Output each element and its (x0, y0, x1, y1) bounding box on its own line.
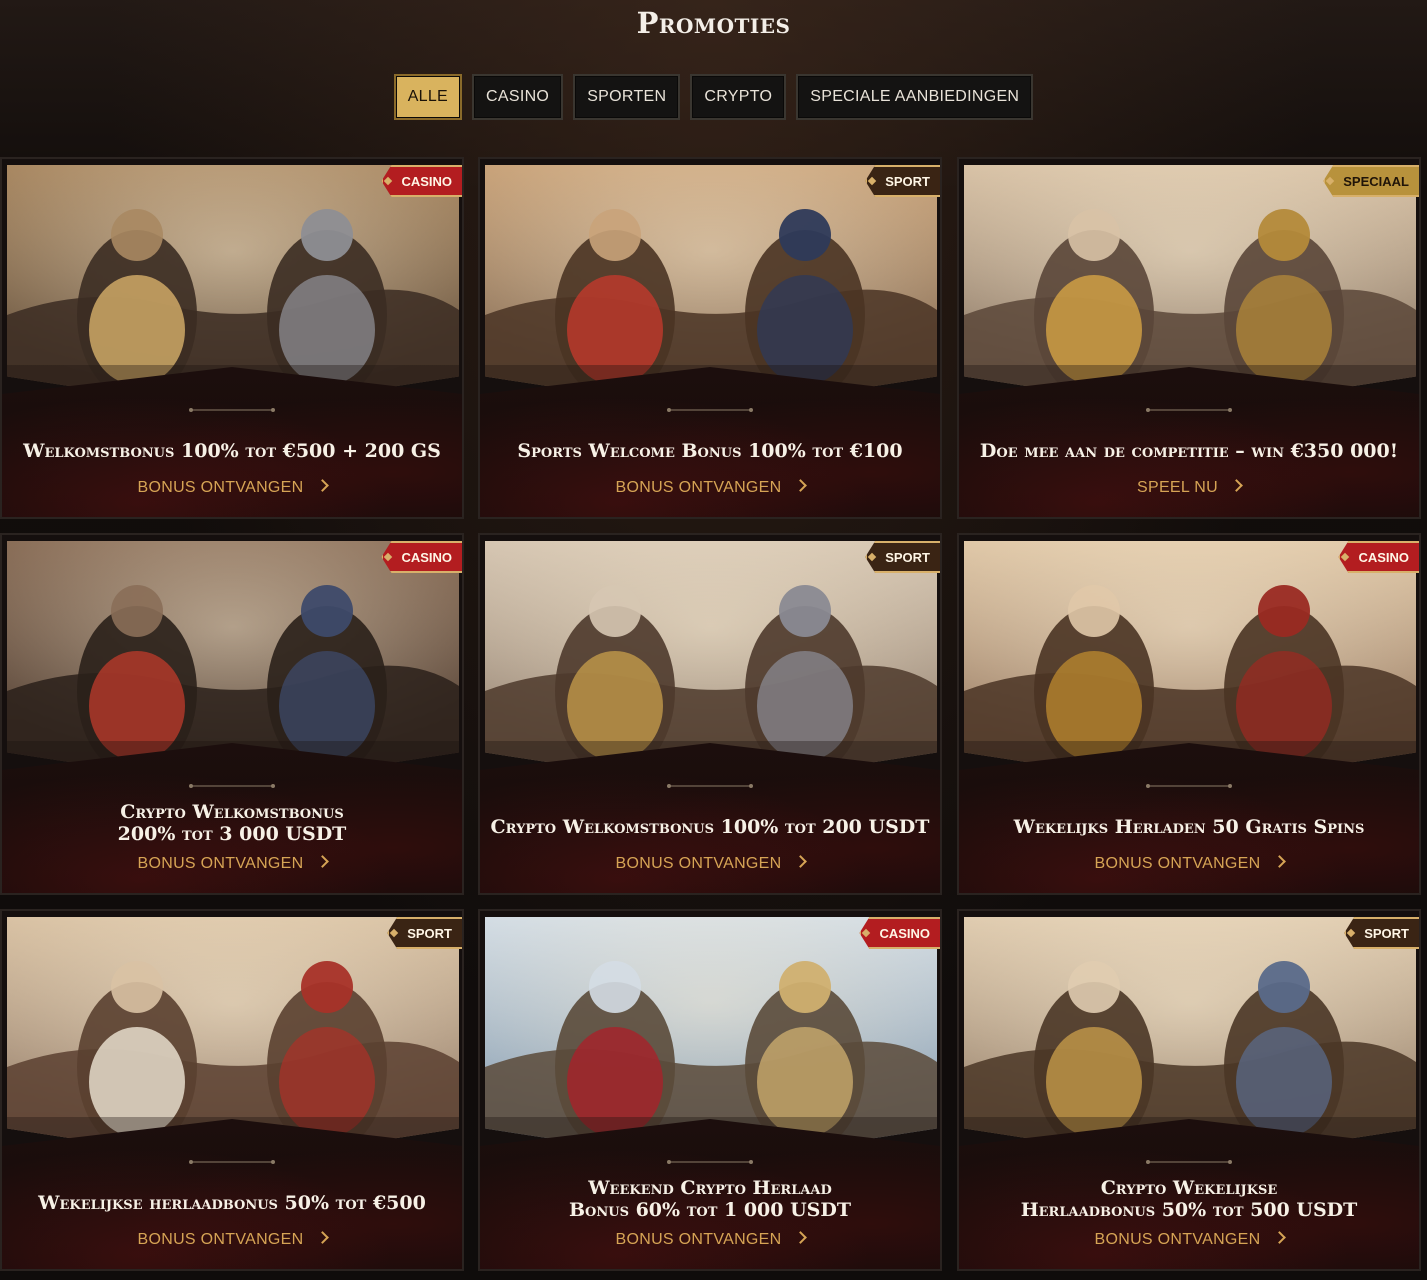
promo-title: 200% tot 3 000 USDT (117, 823, 347, 845)
ornament-divider (1144, 783, 1234, 789)
filter-tabs: Alle Casino Sporten Crypto Speciale aanb… (0, 74, 1427, 120)
chevron-right-icon (793, 855, 807, 868)
cta-label: Speel nu (1137, 479, 1218, 496)
ornament-divider (1144, 1159, 1234, 1165)
category-badge: Sport (865, 541, 940, 573)
ornament-divider (665, 783, 755, 789)
promo-card[interactable]: Casino Weekend Crypto Herlaad Bonus 60% to… (478, 909, 942, 1271)
cta-label: Bonus ontvangen (615, 1231, 782, 1248)
cta-label: Bonus ontvangen (137, 1231, 304, 1248)
promo-cta-link[interactable]: Bonus ontvangen (480, 1231, 940, 1249)
badge-ornament-icon (867, 552, 877, 562)
badge-ornament-icon (1341, 552, 1350, 562)
promo-card[interactable]: Speciaal Doe mee aan de competitie – win … (957, 157, 1421, 519)
promo-cta-link[interactable]: Bonus ontvangen (959, 1231, 1419, 1249)
promo-card[interactable]: Sport Crypto Welkomstbonus 100% tot 200 U… (478, 533, 942, 895)
badge-ornament-icon (867, 176, 877, 186)
promo-card[interactable]: Casino Welkomstbonus 100% tot €500 + 200 … (0, 157, 464, 519)
badge-ornament-icon (1326, 176, 1335, 186)
cta-label: Bonus ontvangen (1094, 1231, 1261, 1248)
badge-label: Speciaal (1343, 173, 1409, 189)
badge-ornament-icon (1346, 928, 1356, 938)
promo-title: Welkomstbonus 100% tot €500 + 200 GS (23, 440, 441, 462)
badge-label: Sport (407, 925, 452, 941)
category-badge: Casino (859, 917, 940, 949)
badge-ornament-icon (862, 928, 871, 938)
promo-title: Sports Welcome Bonus 100% tot €100 (517, 440, 903, 462)
badge-ornament-icon (389, 928, 399, 938)
ornament-divider (187, 407, 277, 413)
chevron-right-icon (1230, 479, 1243, 492)
page-title: Promoties (636, 6, 791, 40)
promo-cta-link[interactable]: Bonus ontvangen (2, 479, 462, 497)
promo-cta-link[interactable]: Bonus ontvangen (2, 855, 462, 873)
promo-title: Herlaadbonus 50% tot 500 USDT (1020, 1199, 1358, 1221)
cta-label: Bonus ontvangen (137, 855, 304, 872)
promo-title: Bonus 60% tot 1 000 USDT (568, 1199, 852, 1221)
ornament-divider (665, 1159, 755, 1165)
chevron-right-icon (793, 1231, 807, 1244)
promo-title: Wekelijkse herlaadbonus 50% tot €500 (38, 1192, 426, 1214)
badge-label: Casino (879, 925, 930, 941)
category-badge: Sport (1344, 917, 1419, 949)
badge-label: Casino (401, 549, 452, 565)
promo-cta-link[interactable]: Speel nu (959, 479, 1419, 497)
cta-label: Bonus ontvangen (615, 479, 782, 496)
ornament-divider (665, 407, 755, 413)
category-badge: Casino (381, 541, 462, 573)
promo-card[interactable]: Sport Wekelijkse herlaadbonus 50% tot €50… (0, 909, 464, 1271)
filter-casino[interactable]: Casino (472, 74, 564, 120)
filter-all[interactable]: Alle (393, 74, 463, 120)
promo-cta-link[interactable]: Bonus ontvangen (480, 855, 940, 873)
promo-card[interactable]: Casino Crypto Welkomstbonus 200% tot 3 000… (0, 533, 464, 895)
promotions-page: Promoties Alle Casino Sporten Crypto Spe… (0, 0, 1427, 1280)
filter-special-offers[interactable]: Speciale aanbiedingen (796, 74, 1034, 120)
badge-label: Sport (1364, 925, 1409, 941)
promo-title: Weekend Crypto Herlaad (588, 1177, 832, 1199)
promo-card[interactable]: Sport Sports Welcome Bonus 100% tot €100 B… (478, 157, 942, 519)
promo-title: Crypto Wekelijkse (1100, 1177, 1278, 1199)
chevron-right-icon (315, 855, 329, 868)
filter-crypto[interactable]: Crypto (690, 74, 787, 120)
promo-cta-link[interactable]: Bonus ontvangen (959, 855, 1419, 873)
promo-cta-link[interactable]: Bonus ontvangen (2, 1231, 462, 1249)
cta-label: Bonus ontvangen (1094, 855, 1261, 872)
promo-title: Doe mee aan de competitie – win €350 000… (979, 440, 1399, 462)
ornament-divider (1144, 407, 1234, 413)
ornament-divider (187, 1159, 277, 1165)
promo-title: Wekelijks Herladen 50 Gratis Spins (1013, 816, 1365, 838)
badge-label: Casino (1358, 549, 1409, 565)
category-badge: Sport (865, 165, 940, 197)
promo-card[interactable]: Casino Wekelijks Herladen 50 Gratis Spins… (957, 533, 1421, 895)
chevron-right-icon (1272, 855, 1286, 868)
cta-label: Bonus ontvangen (615, 855, 782, 872)
badge-label: Casino (401, 173, 452, 189)
category-badge: Speciaal (1323, 165, 1419, 197)
chevron-right-icon (315, 479, 329, 492)
category-badge: Casino (1338, 541, 1419, 573)
chevron-right-icon (1272, 1231, 1286, 1244)
chevron-right-icon (793, 479, 807, 492)
category-badge: Casino (381, 165, 462, 197)
category-badge: Sport (387, 917, 462, 949)
badge-label: Sport (885, 173, 930, 189)
badge-ornament-icon (384, 552, 393, 562)
badge-ornament-icon (384, 176, 393, 186)
chevron-right-icon (315, 1231, 329, 1244)
filter-sports[interactable]: Sporten (573, 74, 681, 120)
promo-card[interactable]: Sport Crypto Wekelijkse Herlaadbonus 50% t… (957, 909, 1421, 1271)
promo-title: Crypto Welkomstbonus 100% tot 200 USDT (490, 816, 930, 838)
promo-title: Crypto Welkomstbonus (120, 801, 344, 823)
cta-label: Bonus ontvangen (137, 479, 304, 496)
promo-cta-link[interactable]: Bonus ontvangen (480, 479, 940, 497)
badge-label: Sport (885, 549, 930, 565)
ornament-divider (187, 783, 277, 789)
